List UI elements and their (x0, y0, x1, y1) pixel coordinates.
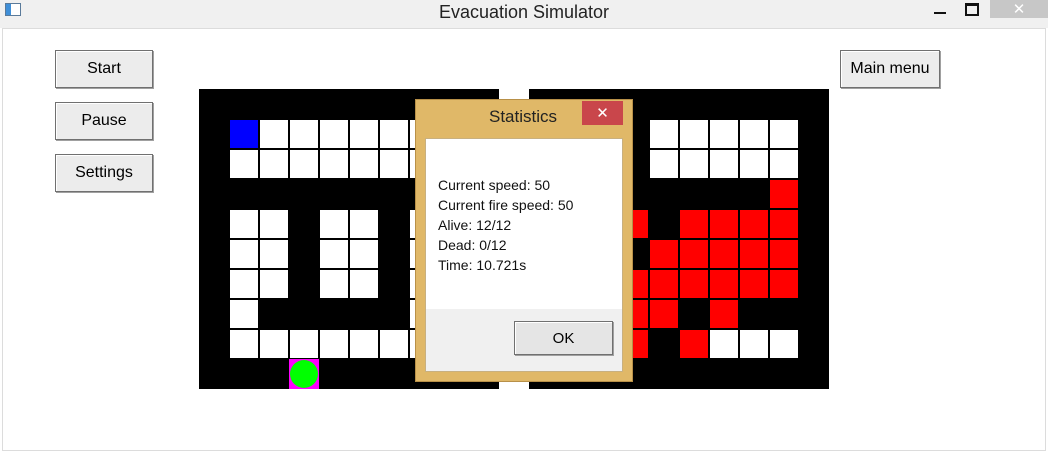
floor-cell (320, 270, 348, 298)
agent-marker (290, 360, 318, 388)
floor-cell (680, 150, 708, 178)
floor-cell (680, 120, 708, 148)
floor-cell (380, 120, 408, 148)
stat-current-speed: Current speed: 50 (438, 177, 551, 193)
fire-cell (710, 300, 738, 328)
floor-cell (350, 270, 378, 298)
floor-cell (260, 330, 288, 358)
floor-cell (380, 150, 408, 178)
fire-cell (680, 240, 708, 268)
dialog-close-button[interactable]: ✕ (582, 101, 623, 125)
fire-cell (650, 300, 678, 328)
floor-cell (740, 120, 768, 148)
floor-cell (260, 150, 288, 178)
fire-cell (710, 210, 738, 238)
floor-cell (770, 120, 798, 148)
floor-cell (650, 120, 678, 148)
floor-cell (290, 150, 318, 178)
floor-cell (320, 210, 348, 238)
floor-cell (230, 240, 258, 268)
floor-cell (260, 270, 288, 298)
fire-cell (650, 240, 678, 268)
floor-cell (230, 300, 258, 328)
stat-dead: Dead: 0/12 (438, 237, 507, 253)
floor-cell (710, 330, 738, 358)
floor-cell (230, 210, 258, 238)
floor-cell (260, 120, 288, 148)
fire-cell (740, 270, 768, 298)
stats-panel: Current speed: 50 Current fire speed: 50… (426, 139, 622, 309)
floor-cell (350, 210, 378, 238)
fire-cell (740, 210, 768, 238)
fire-cell (680, 330, 708, 358)
fire-cell (680, 270, 708, 298)
floor-cell (320, 330, 348, 358)
floor-cell (770, 150, 798, 178)
floor-cell (230, 150, 258, 178)
fire-cell (770, 270, 798, 298)
stat-time: Time: 10.721s (438, 257, 527, 273)
stat-alive: Alive: 12/12 (438, 217, 512, 233)
floor-cell (710, 150, 738, 178)
statistics-dialog: Statistics ✕ Current speed: 50 Current f… (415, 99, 633, 382)
floor-cell (230, 270, 258, 298)
floor-cell (260, 210, 288, 238)
fire-cell (770, 210, 798, 238)
dialog-body: Current speed: 50 Current fire speed: 50… (425, 138, 623, 372)
floor-cell (740, 330, 768, 358)
floor-cell (350, 240, 378, 268)
fire-cell (650, 270, 678, 298)
floor-cell (320, 240, 348, 268)
floor-cell (380, 330, 408, 358)
fire-cell (710, 240, 738, 268)
fire-cell (770, 240, 798, 268)
floor-cell (260, 240, 288, 268)
floor-cell (290, 330, 318, 358)
floor-cell (350, 120, 378, 148)
floor-cell (650, 150, 678, 178)
fire-cell (680, 210, 708, 238)
fire-cell (710, 270, 738, 298)
floor-cell (770, 330, 798, 358)
ok-button[interactable]: OK (514, 321, 613, 355)
floor-cell (740, 150, 768, 178)
floor-cell (320, 150, 348, 178)
floor-cell (320, 120, 348, 148)
stat-fire-speed: Current fire speed: 50 (438, 197, 574, 213)
person-cell (230, 120, 258, 148)
fire-cell (770, 180, 798, 208)
floor-cell (290, 120, 318, 148)
floor-cell (350, 150, 378, 178)
floor-cell (350, 330, 378, 358)
floor-cell (710, 120, 738, 148)
fire-cell (740, 240, 768, 268)
floor-cell (230, 330, 258, 358)
